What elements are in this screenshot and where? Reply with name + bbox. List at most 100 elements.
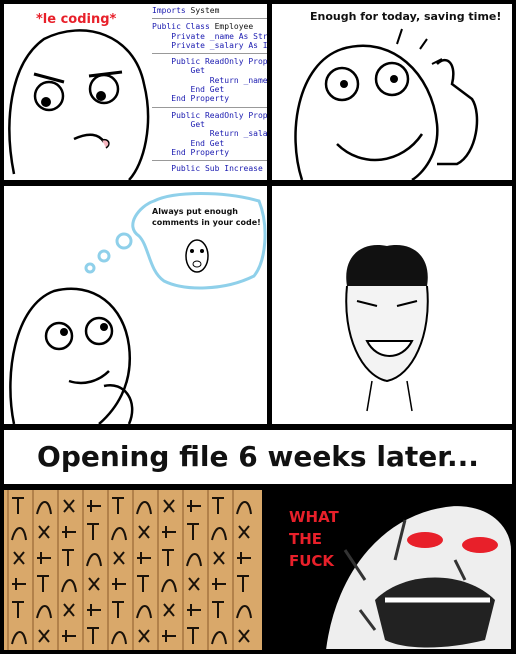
code-line: Private _name As Str: [152, 32, 267, 41]
panel-rage: WHAT THE FUCK: [265, 490, 512, 650]
hieroglyph: [187, 523, 199, 540]
hieroglyph: [88, 577, 100, 591]
hieroglyph: [12, 497, 24, 514]
hieroglyph: [136, 501, 152, 515]
hieroglyph: [62, 526, 76, 538]
code-separator: [152, 106, 267, 108]
hieroglyph: [237, 575, 249, 592]
code-keyword: Private _name As Str: [152, 31, 267, 41]
hieroglyph: [137, 575, 149, 592]
hieroglyph: [236, 605, 252, 619]
code-line: End Get: [152, 139, 267, 148]
code-separator: [152, 160, 267, 162]
code-keyword: End Property: [152, 94, 230, 104]
hieroglyph: [188, 577, 200, 591]
hieroglyph: [211, 631, 227, 645]
hieroglyph: [111, 631, 127, 645]
hieroglyph: [187, 604, 201, 616]
code-line: Get: [152, 120, 267, 129]
laughing-face: [345, 245, 429, 412]
hieroglyph: [187, 500, 201, 512]
code-keyword: Public Class: [152, 22, 210, 32]
code-keyword: End Get: [152, 85, 225, 95]
hieroglyph: [38, 629, 50, 643]
code-keyword: Return _name: [152, 75, 267, 85]
panel-thinking: Always put enough comments in your code!: [4, 186, 267, 424]
hieroglyph: [11, 527, 27, 541]
code-line: End Get: [152, 85, 267, 94]
code-keyword: End Get: [152, 138, 225, 148]
code-line: End Property: [152, 148, 267, 157]
hieroglyph: [213, 551, 225, 565]
panel-hieroglyphs: [4, 490, 262, 650]
hieroglyph: [212, 601, 224, 618]
concentrating-face: [8, 29, 150, 180]
code-line: Private _salary As I: [152, 41, 267, 50]
hieroglyph: [11, 631, 27, 645]
hieroglyph: [37, 575, 49, 592]
hieroglyph: [63, 499, 75, 513]
code-identifier: System: [185, 6, 220, 15]
hieroglyph: [163, 499, 175, 513]
hieroglyph: [211, 527, 227, 541]
hieroglyph: [87, 500, 101, 512]
code-line: Public ReadOnly Prop: [152, 111, 267, 120]
hieroglyph: [138, 525, 150, 539]
hieroglyph: [36, 605, 52, 619]
hieroglyph: [162, 549, 174, 566]
hieroglyph: [62, 630, 76, 642]
hieroglyph: [163, 603, 175, 617]
hieroglyph: [13, 551, 25, 565]
code-line: Public Sub Increase: [152, 164, 267, 173]
code-identifier: Employee: [209, 22, 254, 32]
hieroglyph: [113, 551, 125, 565]
hieroglyph: [238, 525, 250, 539]
code-separator: [152, 53, 267, 55]
hieroglyph: [87, 627, 99, 644]
code-keyword: Public ReadOnly Prop: [152, 110, 267, 120]
code-line: Imports System: [152, 6, 267, 15]
hieroglyph: [12, 601, 24, 618]
hieroglyph: [237, 552, 251, 564]
hieroglyph: [87, 523, 99, 540]
code-separator: [152, 18, 267, 20]
hieroglyph: [112, 497, 124, 514]
hieroglyph: [63, 603, 75, 617]
hieroglyph: [62, 549, 74, 566]
code-line: Return _sala: [152, 129, 267, 138]
code-line: Public ReadOnly Prop: [152, 57, 267, 66]
hieroglyph: [137, 552, 151, 564]
panel-yao-ming: [272, 186, 512, 424]
hieroglyph: [87, 604, 101, 616]
hieroglyph: [212, 497, 224, 514]
hieroglyph: [162, 526, 176, 538]
hieroglyph: [161, 579, 177, 593]
panel-saving: Enough for today, saving time!: [272, 4, 512, 180]
code-keyword: Public Sub Increase: [152, 164, 263, 174]
code-keyword: Imports: [152, 6, 186, 15]
hieroglyph: [112, 601, 124, 618]
thought-text: Always put enough comments in your code!: [152, 207, 261, 227]
rage-face: [323, 503, 512, 650]
hieroglyph: [12, 578, 26, 590]
hieroglyph: [186, 553, 202, 567]
hieroglyph: [38, 525, 50, 539]
code-line: Public Class Employee: [152, 22, 267, 31]
code-line: Return _name: [152, 76, 267, 85]
hieroglyph: [138, 629, 150, 643]
hieroglyph: [162, 630, 176, 642]
code-snippet: Imports System Public Class Employee Priv…: [152, 6, 267, 173]
hieroglyph: [37, 552, 51, 564]
code-line: End Property: [152, 94, 267, 103]
code-keyword: Get: [152, 119, 205, 129]
banner-text: Opening file 6 weeks later...: [37, 440, 479, 473]
hieroglyph: [86, 553, 102, 567]
smiling-thumbs-up-face: [294, 28, 479, 180]
banner: Opening file 6 weeks later...: [4, 430, 512, 484]
hieroglyph: [187, 627, 199, 644]
panel-coding: *le coding* Imports System Public Class E…: [4, 4, 267, 180]
code-keyword: End Property: [152, 147, 230, 157]
code-keyword: Get: [152, 66, 205, 76]
hieroglyph: [212, 578, 226, 590]
hieroglyph: [236, 501, 252, 515]
